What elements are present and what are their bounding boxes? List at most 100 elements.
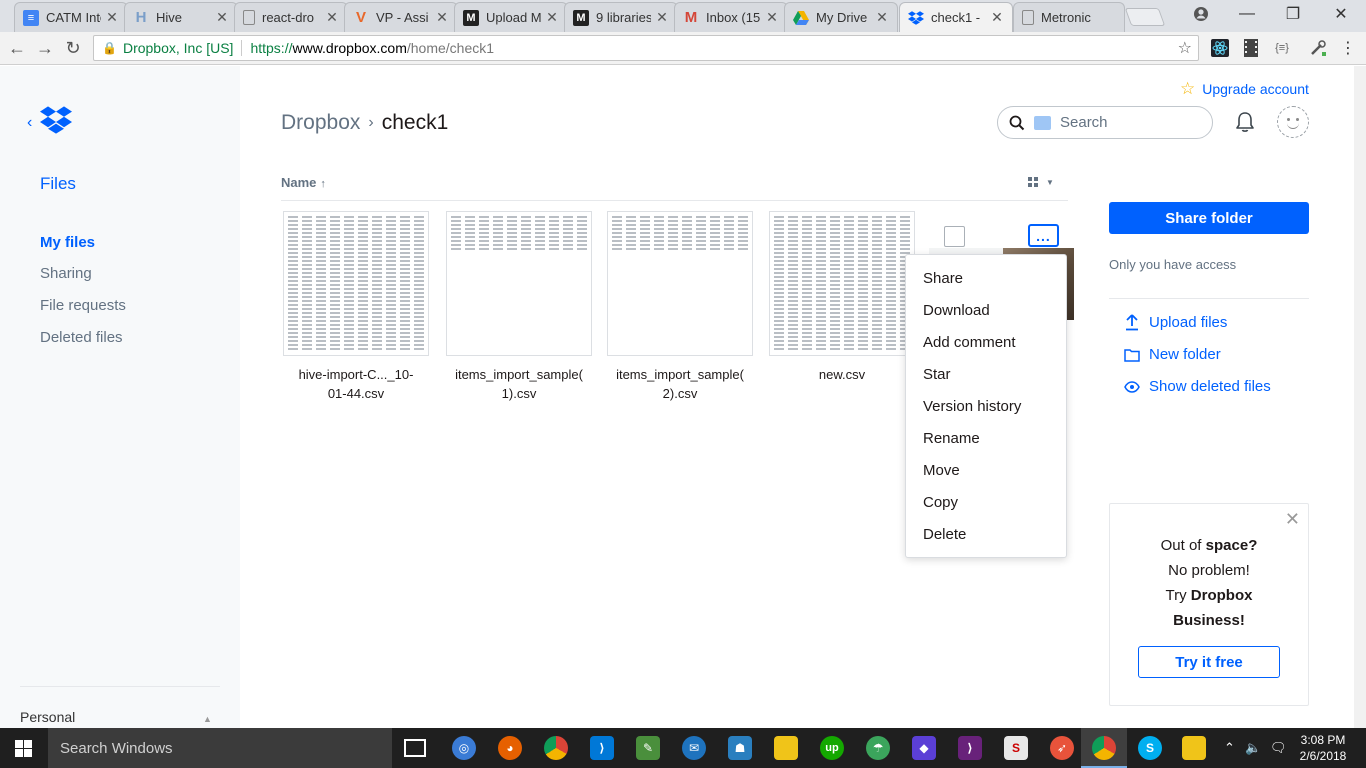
rocket-icon[interactable]: ➶: [1050, 736, 1074, 760]
browser-tab[interactable]: M Inbox (15 ✕: [674, 2, 788, 32]
sidebar-item-file-requests[interactable]: File requests: [40, 297, 126, 314]
menu-item-rename[interactable]: Rename: [906, 423, 1066, 455]
volume-icon[interactable]: 🔈: [1245, 728, 1261, 768]
back-icon[interactable]: ←: [5, 36, 29, 60]
sidebar-item-sharing[interactable]: Sharing: [40, 265, 92, 282]
upwork-icon[interactable]: up: [820, 736, 844, 760]
firefox-icon[interactable]: ◕: [498, 736, 522, 760]
column-header-name[interactable]: Name ↑: [281, 175, 326, 190]
menu-item-copy[interactable]: Copy: [906, 487, 1066, 519]
browser-tab[interactable]: Metronic: [1013, 2, 1125, 32]
sidebar-item-my-files[interactable]: My files: [40, 234, 95, 251]
menu-item-add-comment[interactable]: Add comment: [906, 327, 1066, 359]
file-tile[interactable]: items_import_sample( 2).csv: [605, 211, 755, 403]
more-options-button[interactable]: ...: [1028, 224, 1059, 247]
show-deleted-files-link[interactable]: Show deleted files: [1124, 378, 1271, 395]
new-folder-link[interactable]: New folder: [1124, 346, 1221, 363]
json-viewer-icon[interactable]: {≡}: [1272, 38, 1292, 58]
menu-item-version-history[interactable]: Version history: [906, 391, 1066, 423]
close-icon[interactable]: ✕: [765, 9, 779, 26]
close-icon[interactable]: ✕: [655, 9, 669, 26]
url-bar[interactable]: 🔒 Dropbox, Inc [US] https://www.dropbox.…: [93, 35, 1199, 61]
view-toggle[interactable]: ▼: [1028, 177, 1054, 187]
people-icon[interactable]: ☗: [728, 736, 752, 760]
browser-tab[interactable]: H Hive ✕: [124, 2, 238, 32]
film-icon[interactable]: [1241, 38, 1261, 58]
browser-tab[interactable]: V VP - Assi ✕: [344, 2, 458, 32]
file-tile[interactable]: items_import_sample( 1).csv: [444, 211, 594, 403]
taskbar-clock[interactable]: 3:08 PM 2/6/2018: [1294, 732, 1352, 764]
chrome-icon[interactable]: [544, 736, 568, 760]
bookmark-star-icon[interactable]: ☆: [1178, 38, 1192, 58]
upload-files-link[interactable]: Upload files: [1124, 314, 1227, 331]
browser-tab[interactable]: M 9 libraries ✕: [564, 2, 678, 32]
browser-tab[interactable]: M Upload M ✕: [454, 2, 568, 32]
browser-tab-active[interactable]: check1 - ✕: [899, 2, 1013, 32]
menu-item-download[interactable]: Download: [906, 295, 1066, 327]
file-tile[interactable]: new.csv: [767, 211, 917, 384]
profile-icon[interactable]: [1178, 0, 1224, 28]
sidebar-files-heading[interactable]: Files: [40, 174, 76, 194]
upgrade-account-link[interactable]: ☆ Upgrade account: [1180, 79, 1309, 99]
sidebar-item-deleted-files[interactable]: Deleted files: [40, 329, 123, 346]
try-it-free-button[interactable]: Try it free: [1138, 646, 1280, 678]
reload-icon[interactable]: ↻: [61, 36, 85, 60]
thumbnail-row: [774, 340, 910, 342]
avatar[interactable]: [1277, 106, 1309, 138]
visual-studio-icon[interactable]: ◆: [912, 736, 936, 760]
search-input[interactable]: Search: [997, 106, 1213, 139]
file-explorer-icon[interactable]: [774, 736, 798, 760]
upgrade-label: Upgrade account: [1202, 81, 1309, 97]
browser-tab[interactable]: react-dro ✕: [234, 2, 348, 32]
close-icon[interactable]: ✕: [990, 9, 1004, 26]
file-context-menu: Share Download Add comment Star Version …: [905, 254, 1067, 558]
menu-item-star[interactable]: Star: [906, 359, 1066, 391]
menu-item-move[interactable]: Move: [906, 455, 1066, 487]
close-icon[interactable]: ✕: [105, 9, 119, 26]
breadcrumb-root[interactable]: Dropbox: [281, 111, 360, 135]
close-icon[interactable]: ✕: [435, 9, 449, 26]
file-tile[interactable]: hive-import-C..._10- 01-44.csv: [281, 211, 431, 403]
chrome-icon[interactable]: [1092, 736, 1116, 760]
task-view-icon[interactable]: [404, 739, 426, 757]
window-close-icon[interactable]: ✕: [1318, 0, 1364, 28]
close-icon[interactable]: ✕: [545, 9, 559, 26]
minimize-icon[interactable]: —: [1224, 0, 1270, 28]
tools-extension-icon[interactable]: [1308, 38, 1328, 58]
menu-item-delete[interactable]: Delete: [906, 519, 1066, 551]
windows-start-icon[interactable]: [15, 740, 32, 757]
visual-studio-icon[interactable]: ⟩: [958, 736, 982, 760]
taskbar-search[interactable]: Search Windows: [48, 728, 392, 768]
skype-icon[interactable]: S: [1138, 736, 1162, 760]
close-icon[interactable]: ✕: [325, 9, 339, 26]
close-icon[interactable]: ✕: [215, 9, 229, 26]
forward-icon[interactable]: →: [33, 36, 57, 60]
restore-icon[interactable]: ❐: [1270, 0, 1316, 28]
globe-icon[interactable]: ◎: [452, 736, 476, 760]
browser-tab[interactable]: My Drive ✕: [784, 2, 898, 32]
share-folder-button[interactable]: Share folder: [1109, 202, 1309, 234]
page-scrollbar[interactable]: [1354, 66, 1366, 728]
select-checkbox[interactable]: [944, 226, 965, 247]
chrome-menu-icon[interactable]: ⋮: [1338, 38, 1358, 58]
react-devtools-icon[interactable]: [1210, 38, 1230, 58]
menu-item-share[interactable]: Share: [906, 263, 1066, 295]
cloud-icon[interactable]: ☂: [866, 736, 890, 760]
browser-tab[interactable]: ≡ CATM Inte ✕: [14, 2, 128, 32]
sublime-icon[interactable]: S: [1004, 736, 1028, 760]
close-icon[interactable]: ✕: [875, 9, 889, 26]
tray-chevron-icon[interactable]: ⌃: [1224, 728, 1235, 768]
folder-icon[interactable]: [1182, 736, 1206, 760]
notification-center-icon[interactable]: 🗨: [1270, 728, 1287, 768]
notifications-bell-icon[interactable]: [1234, 111, 1256, 133]
notepad-icon[interactable]: ✎: [636, 736, 660, 760]
new-tab-button[interactable]: [1124, 8, 1166, 26]
chevron-up-icon[interactable]: ▲: [203, 714, 212, 724]
close-icon[interactable]: ✕: [1285, 509, 1300, 530]
collapse-chevron-icon[interactable]: ‹: [27, 114, 32, 132]
thunderbird-icon[interactable]: ✉: [682, 736, 706, 760]
dropbox-logo-icon[interactable]: [40, 106, 72, 139]
url-scheme: https://: [250, 40, 293, 56]
account-switcher[interactable]: Personal: [20, 709, 75, 725]
vscode-icon[interactable]: ⟩: [590, 736, 614, 760]
